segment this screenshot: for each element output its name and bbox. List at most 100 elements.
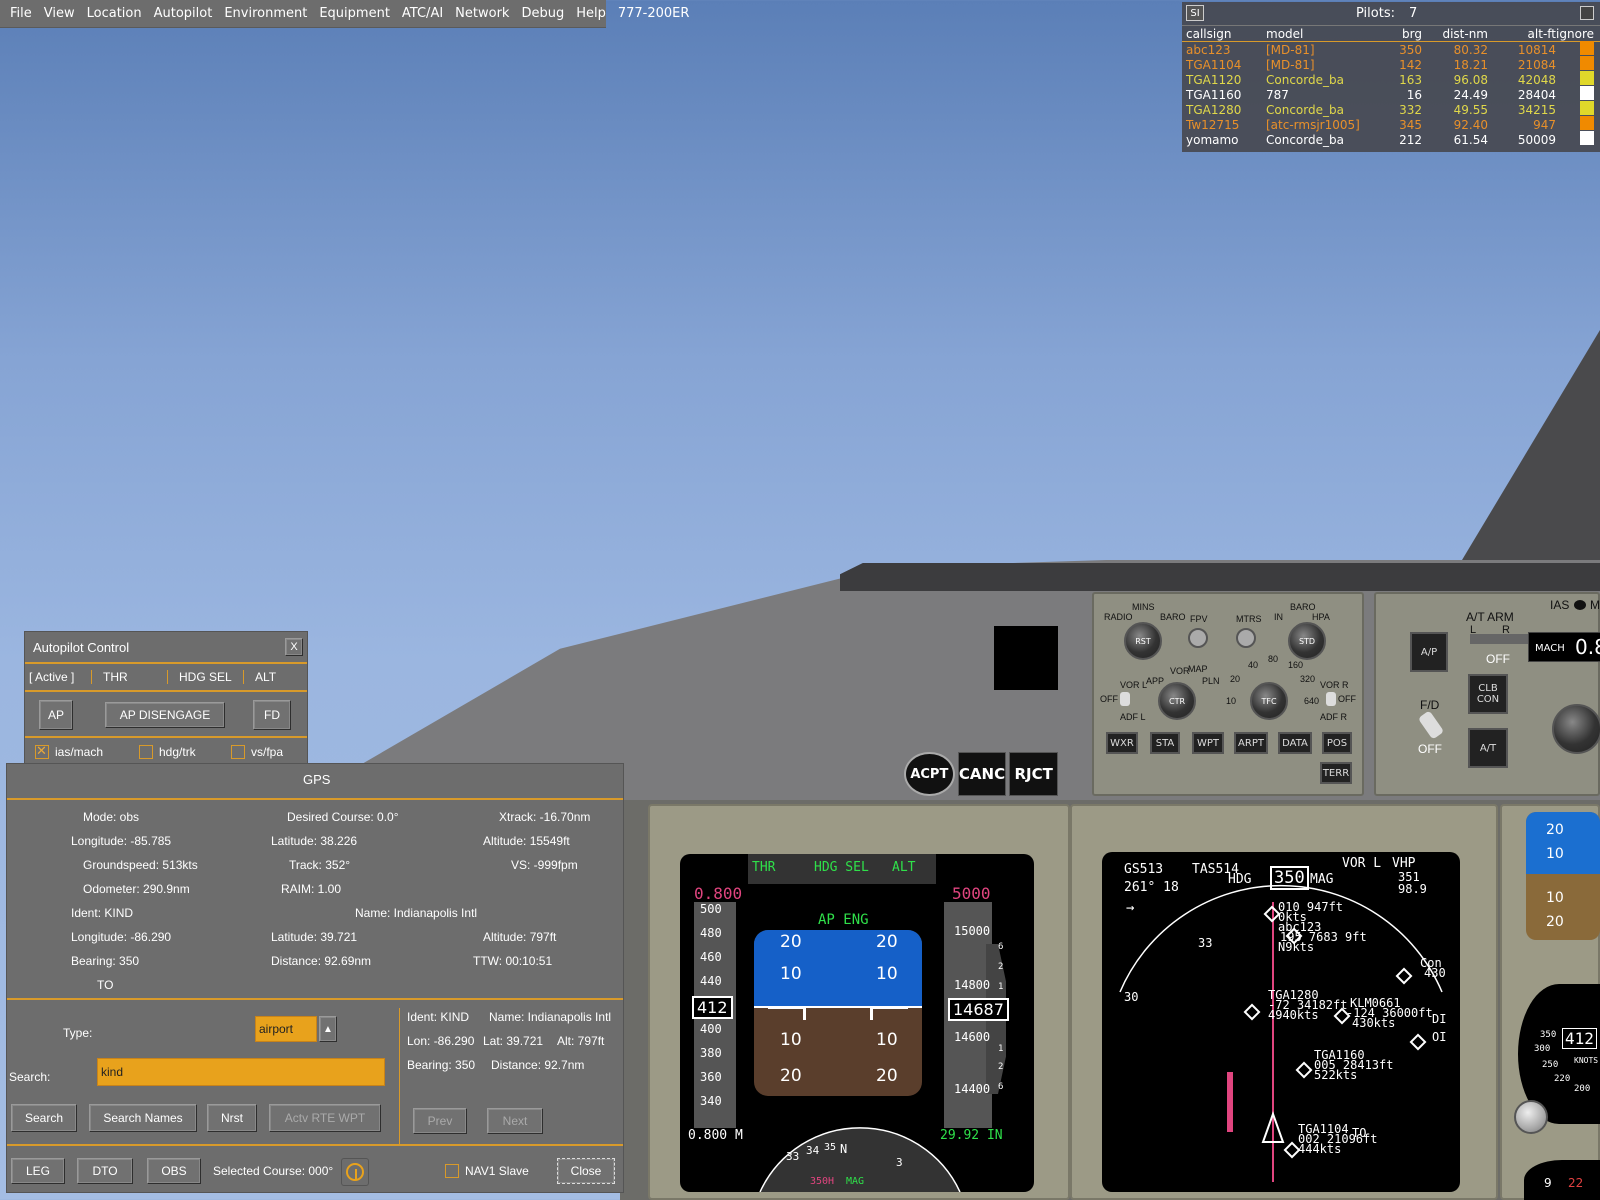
gps-search-names-button[interactable]: Search Names (89, 1104, 197, 1132)
menu-equipment[interactable]: Equipment (313, 6, 396, 21)
si-button[interactable]: SI (1186, 5, 1204, 21)
standby-knots: KNOTS (1574, 1056, 1599, 1065)
spd-tick-380: 380 (700, 1046, 722, 1060)
gps-actv-rte-wpt-button[interactable]: Actv RTE WPT (269, 1104, 381, 1132)
pilot-row[interactable]: Tw12715 [atc-rmsjr1005] 345 92.40 947 (1182, 116, 1600, 132)
gps-type-dropdown-icon[interactable]: ▲ (319, 1016, 337, 1042)
pos-button[interactable]: POS (1322, 732, 1352, 754)
hdg-trk-checkbox[interactable] (139, 745, 153, 759)
speed-knob[interactable] (1552, 704, 1600, 754)
menu-file[interactable]: File (4, 6, 38, 21)
pilot-ignore-toggle[interactable] (1580, 116, 1594, 130)
vor-adf-r-switch[interactable] (1326, 692, 1336, 706)
spd-tick-340: 340 (700, 1094, 722, 1108)
gps-leg-button[interactable]: LEG (11, 1158, 65, 1184)
baro-knob[interactable]: STD (1288, 622, 1326, 660)
gps-type-select[interactable]: airport (255, 1016, 317, 1042)
pilot-row[interactable]: TGA1160 787 16 24.49 28404 (1182, 86, 1600, 102)
clb-con-button[interactable]: CLB CON (1468, 674, 1508, 714)
sta-button[interactable]: STA (1150, 732, 1180, 754)
pitch-20-left: 20 (780, 932, 802, 952)
pilot-row[interactable]: TGA1104 [MD-81] 142 18.21 21084 (1182, 56, 1600, 72)
vs-tick-2-up: 2 (998, 962, 1004, 972)
data-button[interactable]: DATA (1278, 732, 1312, 754)
mode-knob[interactable]: CTR (1158, 682, 1196, 720)
pilot-ignore-toggle[interactable] (1580, 86, 1594, 100)
pilot-row[interactable]: TGA1120 Concorde_ba 163 96.08 42048 (1182, 71, 1600, 87)
aircraft-symbol-right (870, 1006, 908, 1020)
pilot-callsign: yomamo (1186, 132, 1239, 147)
ias-mach-switch[interactable] (1574, 600, 1586, 610)
menu-atc-ai[interactable]: ATC/AI (396, 6, 449, 21)
menu-aircraft[interactable]: 777-200ER (612, 6, 696, 21)
pilot-list-header: SI Pilots: 7 (1182, 2, 1600, 26)
acpt-button[interactable]: ACPT (904, 752, 955, 796)
gps-close-button[interactable]: Close (557, 1158, 615, 1184)
range-knob[interactable]: TFC (1250, 682, 1288, 720)
pilot-ignore-toggle[interactable] (1580, 71, 1594, 85)
fd-switch[interactable] (1417, 710, 1445, 740)
col-alt[interactable]: alt-ft (1488, 27, 1556, 41)
hdg-tick-34: 34 (806, 1144, 820, 1157)
mtrs-button[interactable] (1236, 628, 1256, 648)
gps-prev-button[interactable]: Prev (413, 1108, 467, 1134)
gps-obs-button[interactable]: OBS (147, 1158, 201, 1184)
col-dist[interactable]: dist-nm (1422, 27, 1488, 41)
pilot-model: Concorde_ba (1266, 72, 1344, 87)
ap-button[interactable]: AP (39, 700, 73, 730)
menu-view[interactable]: View (38, 6, 81, 21)
pilot-row[interactable]: yomamo Concorde_ba 212 61.54 50009 (1182, 131, 1600, 147)
pilot-distance: 61.54 (1453, 132, 1488, 147)
pilot-ignore-toggle[interactable] (1580, 131, 1594, 145)
gps-selected-course: Selected Course: 000° (213, 1164, 334, 1178)
nav1-slave-checkbox[interactable] (445, 1164, 459, 1178)
vs-fpa-checkbox[interactable] (231, 745, 245, 759)
col-ignore[interactable]: ignore (1556, 27, 1596, 41)
menu-location[interactable]: Location (81, 6, 148, 21)
in-label: IN (1274, 612, 1283, 622)
arpt-button[interactable]: ARPT (1234, 732, 1268, 754)
vor-adf-l-switch[interactable] (1120, 692, 1130, 706)
gps-search-button[interactable]: Search (11, 1104, 77, 1132)
pilot-ignore-toggle[interactable] (1580, 101, 1594, 115)
menu-environment[interactable]: Environment (218, 6, 313, 21)
pilot-list-toggle[interactable] (1580, 6, 1594, 20)
fpv-button[interactable] (1188, 628, 1208, 648)
gps-search-input[interactable]: kind (97, 1058, 385, 1086)
standby-knob[interactable] (1514, 1100, 1548, 1134)
autopilot-close-button[interactable]: X (285, 638, 303, 656)
col-model[interactable]: model (1266, 27, 1382, 41)
gps-nrst-button[interactable]: Nrst (207, 1104, 257, 1132)
gps-dto-button[interactable]: DTO (77, 1158, 133, 1184)
course-knob-icon[interactable] (341, 1158, 369, 1186)
gps-next-button[interactable]: Next (487, 1108, 543, 1134)
pilot-row[interactable]: TGA1280 Concorde_ba 332 49.55 34215 (1182, 101, 1600, 117)
menu-help[interactable]: Help (570, 6, 612, 21)
wpt-button[interactable]: WPT (1192, 732, 1224, 754)
pilot-ignore-toggle[interactable] (1580, 41, 1594, 55)
pilot-altitude: 50009 (1517, 132, 1556, 147)
traffic-label-13: 522kts (1314, 1068, 1358, 1082)
gps-groundspeed: Groundspeed: 513kts (83, 858, 198, 872)
ias-mach-checkbox[interactable] (35, 743, 49, 759)
menu-autopilot[interactable]: Autopilot (148, 6, 219, 21)
menu-network[interactable]: Network (449, 6, 515, 21)
mins-knob[interactable]: RST (1124, 622, 1162, 660)
terr-button[interactable]: TERR (1320, 762, 1352, 784)
wxr-button[interactable]: WXR (1106, 732, 1138, 754)
traffic-label-10: 430kts (1352, 1016, 1396, 1030)
pilot-ignore-toggle[interactable] (1580, 56, 1594, 70)
col-callsign[interactable]: callsign (1182, 27, 1266, 41)
at-button[interactable]: A/T (1468, 728, 1508, 768)
canc-button[interactable]: CANC (957, 752, 1007, 796)
col-brg[interactable]: brg (1382, 27, 1422, 41)
ap-engage-button[interactable]: A/P (1410, 632, 1448, 672)
pilot-distance: 80.32 (1453, 42, 1488, 57)
pilot-altitude: 10814 (1517, 42, 1556, 57)
ap-disengage-button[interactable]: AP DISENGAGE (105, 702, 225, 728)
menu-debug[interactable]: Debug (515, 6, 570, 21)
at-arm-switches[interactable] (1470, 634, 1530, 644)
pilot-row[interactable]: abc123 [MD-81] 350 80.32 10814 (1182, 41, 1600, 57)
rjct-button[interactable]: RJCT (1009, 752, 1059, 796)
fd-button[interactable]: FD (253, 700, 291, 730)
